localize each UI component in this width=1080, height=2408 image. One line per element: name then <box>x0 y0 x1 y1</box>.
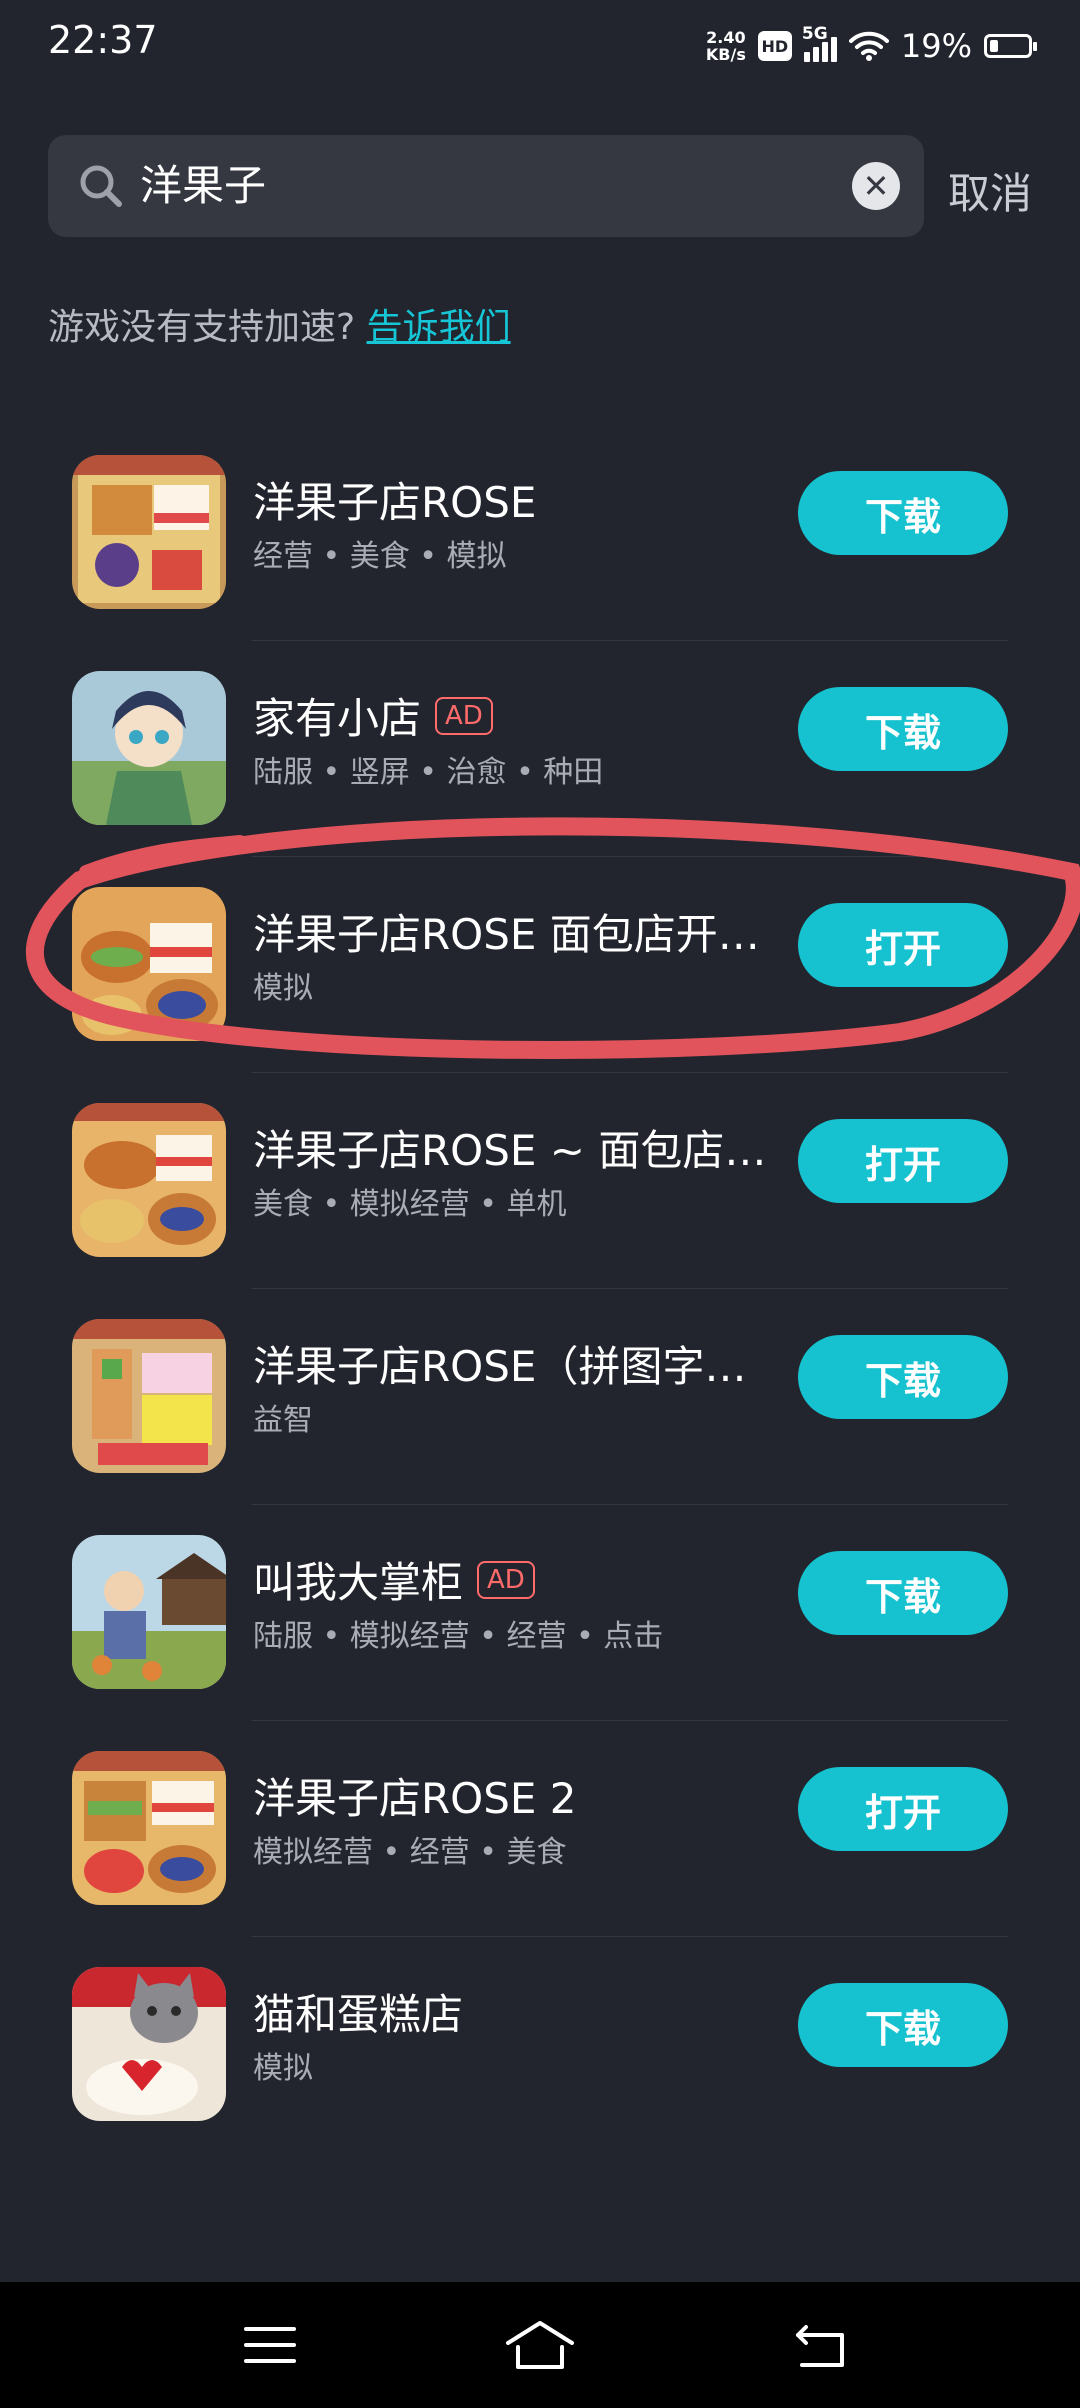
search-bar[interactable]: 洋果子 ✕ <box>48 135 924 237</box>
app-tags: 模拟 <box>253 2051 313 2086</box>
support-hint-text: 游戏没有支持加速? <box>48 307 356 348</box>
download-button[interactable]: 下载 <box>798 1551 1008 1635</box>
app-tags: 陆服 • 竖屏 • 治愈 • 种田 <box>253 755 604 790</box>
tell-us-link[interactable]: 告诉我们 <box>367 307 511 348</box>
status-time: 22:37 <box>48 18 158 62</box>
cancel-button[interactable]: 取消 <box>948 160 1032 221</box>
app-tags: 美食 • 模拟经营 • 单机 <box>253 1187 567 1222</box>
net-speed-value: 2.40 <box>706 28 746 47</box>
list-item[interactable]: 洋果子店ROSE（拼图字… 益智 下载 <box>70 1289 1008 1505</box>
list-item[interactable]: 洋果子店ROSE 2 模拟经营 • 经营 • 美食 打开 <box>70 1721 1008 1937</box>
ad-badge: AD <box>477 1560 535 1599</box>
signal-icon: 5G <box>802 24 837 62</box>
back-icon[interactable] <box>792 2317 852 2373</box>
open-button[interactable]: 打开 <box>798 1767 1008 1851</box>
list-item[interactable]: 洋果子店ROSE ~ 面包店… 美食 • 模拟经营 • 单机 打开 <box>70 1073 1008 1289</box>
app-icon <box>72 1751 226 1905</box>
app-tags: 模拟经营 • 经营 • 美食 <box>253 1835 567 1870</box>
app-icon <box>72 887 226 1041</box>
app-title: 洋果子店ROSE 2 <box>253 1774 577 1823</box>
list-item[interactable]: 家有小店 AD 陆服 • 竖屏 • 治愈 • 种田 下载 <box>70 641 1008 857</box>
status-icons: 2.40 KB/s HD 5G 19% <box>706 24 1037 68</box>
app-title: 洋果子店ROSE ~ 面包店… <box>253 1126 767 1175</box>
search-icon <box>80 165 122 207</box>
app-title: 家有小店 <box>253 694 422 743</box>
app-tags: 经营 • 美食 • 模拟 <box>253 539 507 574</box>
app-icon <box>72 455 226 609</box>
battery-percent: 19% <box>900 27 972 65</box>
download-button[interactable]: 下载 <box>798 1983 1008 2067</box>
clear-icon[interactable]: ✕ <box>852 162 900 210</box>
download-button[interactable]: 下载 <box>798 687 1008 771</box>
download-button[interactable]: 下载 <box>798 471 1008 555</box>
menu-icon[interactable] <box>240 2317 300 2373</box>
app-icon <box>72 1319 226 1473</box>
system-nav-bar <box>0 2282 1080 2408</box>
app-title: 洋果子店ROSE（拼图字… <box>253 1342 747 1391</box>
battery-icon <box>984 34 1037 58</box>
open-button[interactable]: 打开 <box>798 1119 1008 1203</box>
network-type: 5G <box>801 24 828 44</box>
app-title: 猫和蛋糕店 <box>253 1990 464 2039</box>
ad-badge: AD <box>435 696 493 735</box>
download-button[interactable]: 下载 <box>798 1335 1008 1419</box>
app-tags: 陆服 • 模拟经营 • 经营 • 点击 <box>253 1619 664 1654</box>
app-title: 洋果子店ROSE <box>253 478 537 527</box>
wifi-icon <box>848 31 889 61</box>
home-icon[interactable] <box>504 2317 576 2373</box>
support-hint: 游戏没有支持加速? 告诉我们 <box>48 298 511 350</box>
open-button[interactable]: 打开 <box>798 903 1008 987</box>
app-tags: 模拟 <box>253 971 313 1006</box>
hd-icon: HD <box>757 31 792 61</box>
app-icon <box>72 1103 226 1257</box>
app-icon <box>72 671 226 825</box>
result-list: 洋果子店ROSE 经营 • 美食 • 模拟 下载 家有小店 AD 陆服 • 竖屏… <box>70 425 1008 2153</box>
list-item[interactable]: 洋果子店ROSE 经营 • 美食 • 模拟 下载 <box>70 425 1008 641</box>
search-input[interactable]: 洋果子 <box>140 157 266 215</box>
app-title: 叫我大掌柜 <box>253 1558 464 1607</box>
app-tags: 益智 <box>253 1403 313 1438</box>
net-speed: 2.40 KB/s <box>706 29 746 63</box>
list-item[interactable]: 叫我大掌柜 AD 陆服 • 模拟经营 • 经营 • 点击 下载 <box>70 1505 1008 1721</box>
app-title: 洋果子店ROSE 面包店开… <box>253 910 760 959</box>
app-icon <box>72 1967 226 2121</box>
net-speed-unit: KB/s <box>705 45 746 64</box>
list-item[interactable]: 猫和蛋糕店 模拟 下载 <box>70 1937 1008 2153</box>
app-icon <box>72 1535 226 1689</box>
status-bar: 22:37 2.40 KB/s HD 5G 19% <box>0 0 1080 90</box>
list-item[interactable]: 洋果子店ROSE 面包店开… 模拟 打开 <box>70 857 1008 1073</box>
